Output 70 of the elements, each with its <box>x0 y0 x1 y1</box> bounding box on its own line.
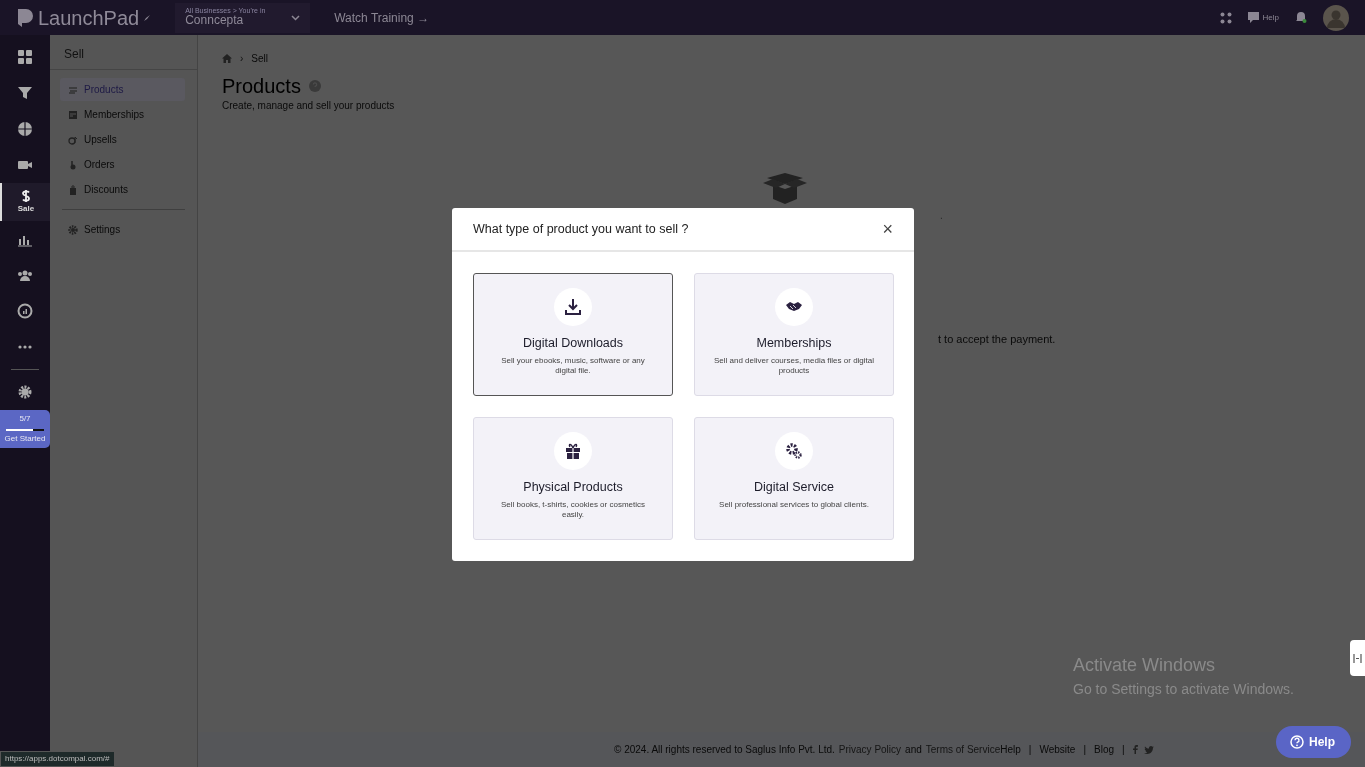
box-icon <box>761 173 809 205</box>
close-button[interactable]: × <box>882 220 893 238</box>
list-icon <box>68 109 78 120</box>
watch-training-link[interactable]: Watch Training → <box>334 8 430 27</box>
sub-navigation-item[interactable]: Upsells <box>60 128 185 151</box>
help-button[interactable]: Help <box>1276 726 1351 758</box>
bell-icon[interactable] <box>1295 11 1307 24</box>
upsell-icon <box>68 134 78 145</box>
product-type-option[interactable]: Memberships Sell and deliver courses, media files or digital products <box>694 273 894 396</box>
terms-link[interactable]: Terms of Service <box>925 742 1001 757</box>
option-title: Digital Downloads <box>522 335 624 352</box>
empty-state-text: t to accept the payment. <box>938 332 1056 347</box>
question-icon <box>1290 735 1304 749</box>
expand-icon <box>1353 652 1362 664</box>
status-url: https://apps.dotcompal.com/# <box>0 751 115 767</box>
sub-navigation-item[interactable]: Products <box>60 78 185 101</box>
products-icon <box>68 84 78 95</box>
footer-separator: | <box>1028 743 1032 757</box>
logo-icon <box>16 7 34 28</box>
footer-separator: | <box>1122 743 1125 757</box>
dollar-icon <box>21 189 31 203</box>
gear-icon <box>68 224 78 235</box>
get-started-label: Get Started <box>4 433 46 445</box>
download-icon <box>564 298 582 316</box>
gears-icon <box>785 442 803 460</box>
gear-icon <box>18 385 32 399</box>
page-subtitle: Create, manage and sell your products <box>222 99 396 113</box>
sub-navigation-item[interactable]: Settings <box>60 218 185 241</box>
product-type-option[interactable]: Digital Service Sell professional services to global clients. <box>694 417 894 540</box>
business-name: Conncepta <box>185 14 245 28</box>
logo-text: LaunchPad <box>38 5 140 31</box>
rail-item[interactable]: Sale <box>0 183 50 221</box>
breadcrumb-separator: › <box>240 52 244 66</box>
funnel-icon[interactable] <box>17 85 33 101</box>
sub-navigation-item[interactable]: Orders <box>60 153 185 176</box>
option-description: Sell and deliver courses, media files or digital products <box>712 355 876 376</box>
empty-state-text: . <box>939 209 944 223</box>
gauge-icon[interactable] <box>17 303 33 319</box>
footer-link[interactable]: Website <box>1039 742 1076 757</box>
chevron-down-icon <box>291 14 301 21</box>
progress-count: 5/7 <box>18 413 32 425</box>
gift-icon <box>564 442 582 460</box>
copyright-text: © 2024. All rights reserved to Saglus Info Pvt. Ltd. <box>614 743 835 757</box>
option-title: Physical Products <box>523 479 623 496</box>
option-title: Memberships <box>756 335 832 352</box>
help-bubble-icon <box>1247 12 1259 23</box>
option-description: Sell books, t-shirts, cookies or cosmetics easily. <box>499 499 646 520</box>
dashboard-icon[interactable] <box>17 49 33 65</box>
help-link[interactable]: Help <box>1247 11 1279 24</box>
option-description: Sell your ebooks, music, software or any digital file. <box>500 355 646 376</box>
apps-icon[interactable] <box>1219 11 1232 24</box>
get-started-card[interactable]: 5/7 Get Started <box>0 410 50 448</box>
footer-text: and <box>905 743 922 757</box>
product-type-option[interactable]: Digital Downloads Sell your ebooks, music, software or any digital file. <box>473 273 673 396</box>
breadcrumb-link[interactable]: Sell <box>251 51 269 66</box>
option-description: Sell professional services to global clients. <box>719 499 869 510</box>
page-title: Products <box>222 74 301 98</box>
privacy-policy-link[interactable]: Privacy Policy <box>838 742 902 757</box>
sub-navigation-item[interactable]: Discounts <box>60 178 185 201</box>
globe-icon[interactable] <box>17 121 33 137</box>
product-type-option[interactable]: Physical Products Sell books, t-shirts, cookies or cosmetics easily. <box>473 417 673 540</box>
sub-navigation-item[interactable]: Memberships <box>60 103 185 126</box>
sub-navigation-title: Sell <box>50 35 197 70</box>
footer-link[interactable]: Blog <box>1094 742 1114 757</box>
dialog-title: What type of product you want to sell ? <box>473 220 689 238</box>
side-tab[interactable] <box>1350 640 1365 676</box>
avatar-icon[interactable] <box>1323 4 1349 31</box>
footer-link[interactable]: Help <box>1000 742 1021 757</box>
footer-separator: | <box>1083 743 1086 757</box>
option-title: Digital Service <box>754 479 834 496</box>
